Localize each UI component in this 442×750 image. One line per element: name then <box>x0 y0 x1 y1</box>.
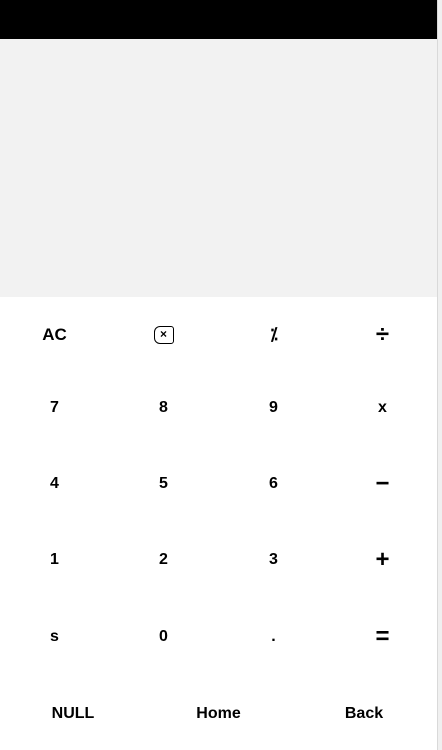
keypad-row-2: 7 8 9 x <box>0 370 437 446</box>
backspace-button[interactable]: × <box>109 297 218 373</box>
null-button[interactable]: NULL <box>0 677 146 750</box>
divide-button[interactable]: ÷ <box>328 297 437 373</box>
percent-button[interactable]: ⁒ <box>219 297 328 373</box>
decimal-button[interactable]: . <box>219 599 328 675</box>
window-edge <box>437 0 442 750</box>
display-area <box>0 39 437 297</box>
keypad: AC × ⁒ ÷ 7 8 9 x 4 5 6 − 1 2 3 + s 0 . = <box>0 297 437 677</box>
digit-5-button[interactable]: 5 <box>109 446 218 522</box>
digit-1-button[interactable]: 1 <box>0 522 109 598</box>
keypad-row-3: 4 5 6 − <box>0 446 437 522</box>
digit-6-button[interactable]: 6 <box>219 446 328 522</box>
keypad-row-5: s 0 . = <box>0 599 437 675</box>
digit-8-button[interactable]: 8 <box>109 370 218 446</box>
plus-button[interactable]: + <box>328 522 437 598</box>
digit-7-button[interactable]: 7 <box>0 370 109 446</box>
digit-3-button[interactable]: 3 <box>219 522 328 598</box>
calculator-app: AC × ⁒ ÷ 7 8 9 x 4 5 6 − 1 2 3 + s 0 . =… <box>0 0 442 750</box>
equals-button[interactable]: = <box>328 599 437 675</box>
bottom-nav: NULL Home Back <box>0 677 437 750</box>
minus-button[interactable]: − <box>328 446 437 522</box>
digit-0-button[interactable]: 0 <box>109 599 218 675</box>
keypad-row-1: AC × ⁒ ÷ <box>0 297 437 373</box>
status-bar <box>0 0 437 39</box>
home-button[interactable]: Home <box>146 677 291 750</box>
digit-2-button[interactable]: 2 <box>109 522 218 598</box>
s-button[interactable]: s <box>0 599 109 675</box>
keypad-row-4: 1 2 3 + <box>0 522 437 598</box>
multiply-button[interactable]: x <box>328 370 437 446</box>
back-button[interactable]: Back <box>291 677 437 750</box>
digit-9-button[interactable]: 9 <box>219 370 328 446</box>
clear-button[interactable]: AC <box>0 297 109 373</box>
digit-4-button[interactable]: 4 <box>0 446 109 522</box>
percent-icon: ⁒ <box>270 325 278 344</box>
backspace-icon: × <box>153 326 174 344</box>
